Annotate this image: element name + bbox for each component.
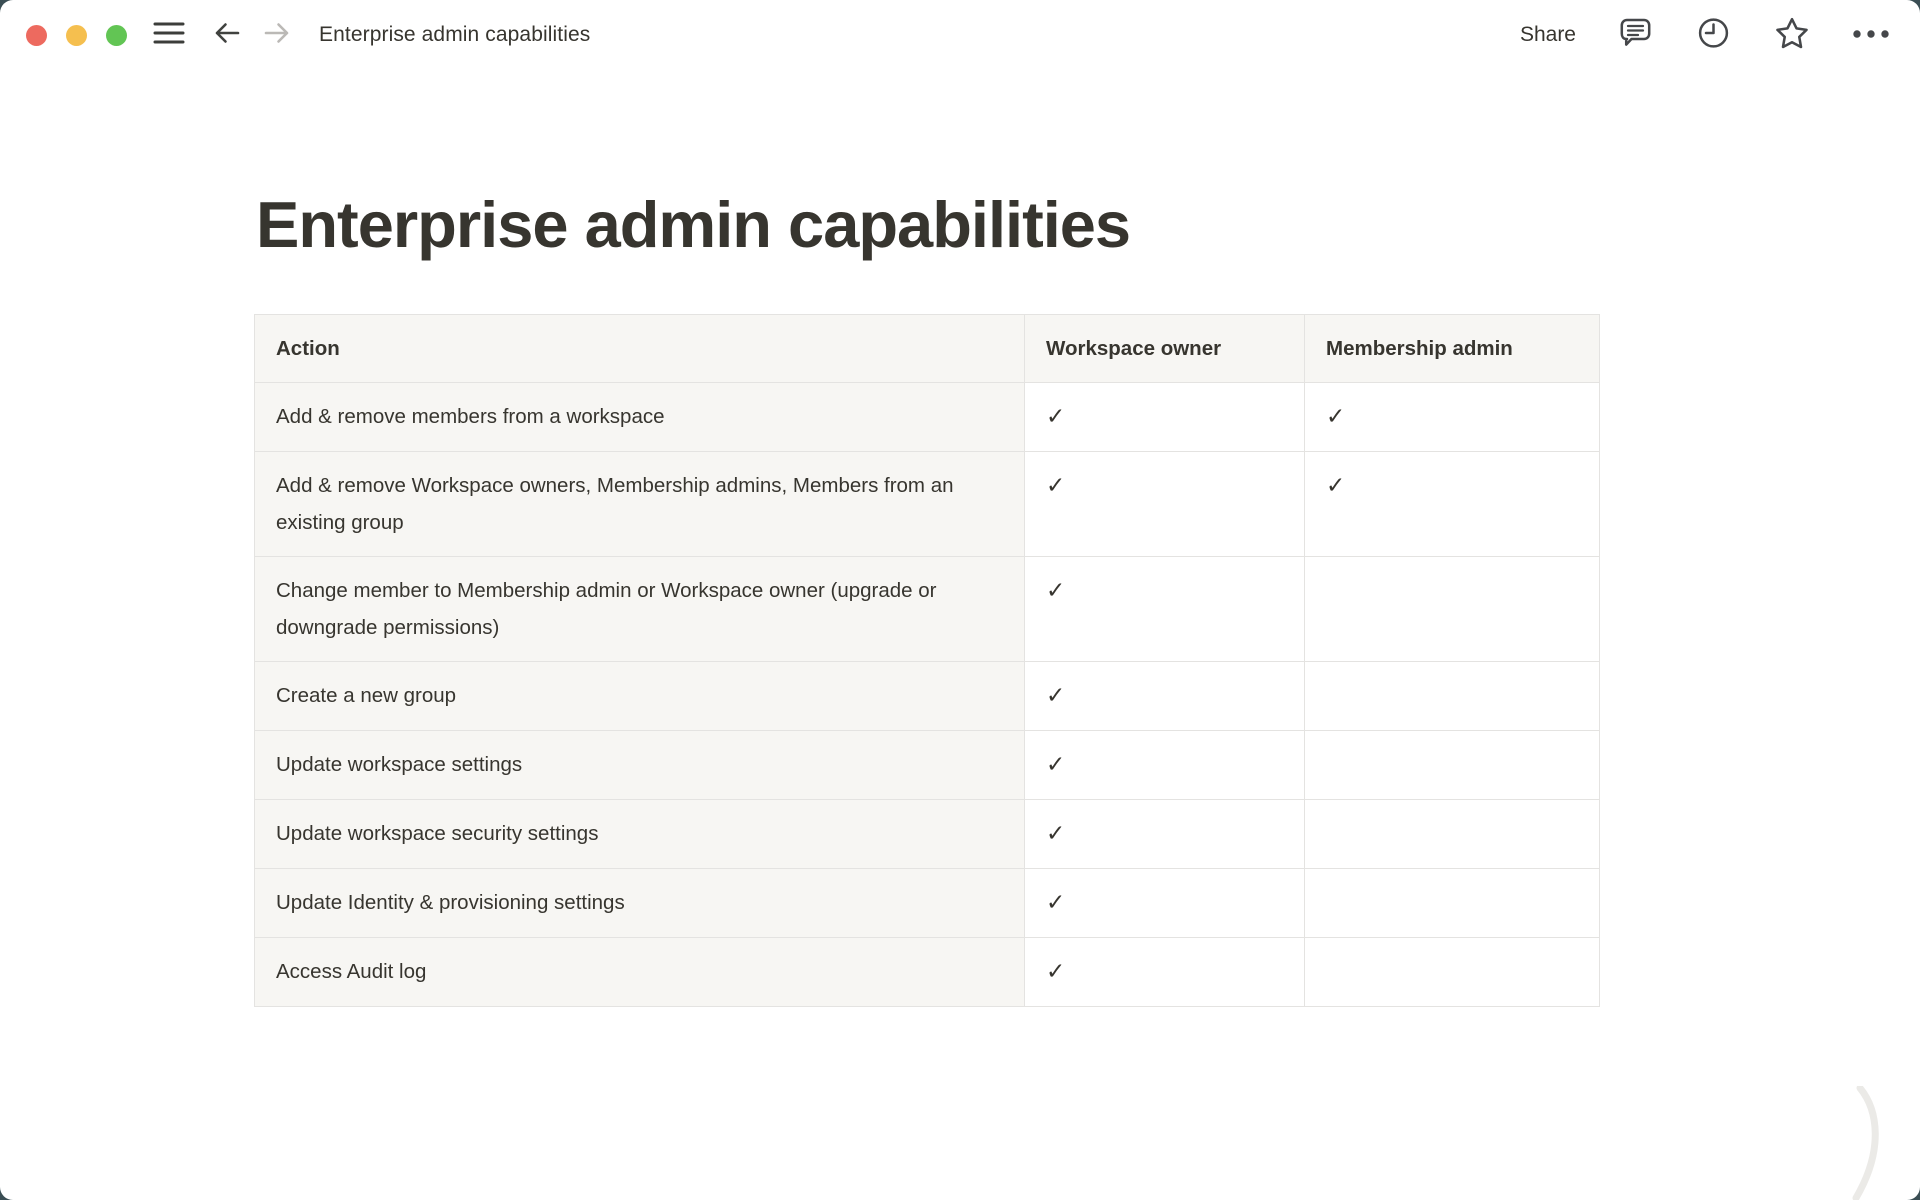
decorative-curve	[1838, 1086, 1918, 1200]
sidebar-menu-button[interactable]	[153, 20, 185, 51]
checkmark: ✓	[1046, 751, 1065, 777]
app-window: Enterprise admin capabilities Share	[0, 0, 1920, 1200]
titlebar: Enterprise admin capabilities Share	[0, 0, 1920, 70]
more-options-button[interactable]	[1852, 26, 1890, 44]
checkmark: ✓	[1046, 820, 1065, 846]
titlebar-actions: Share	[1520, 15, 1890, 56]
table-header-row: Action Workspace owner Membership admin	[255, 315, 1600, 383]
share-button[interactable]: Share	[1520, 23, 1576, 47]
table-row: Create a new group ✓	[255, 662, 1600, 731]
workspace-owner-cell[interactable]: ✓	[1025, 731, 1305, 800]
page-content: Enterprise admin capabilities Action Wor…	[0, 186, 1920, 1007]
checkmark: ✓	[1046, 682, 1065, 708]
close-button[interactable]	[26, 25, 47, 46]
membership-admin-cell[interactable]	[1305, 869, 1600, 938]
action-cell[interactable]: Update workspace security settings	[255, 800, 1025, 869]
action-cell[interactable]: Add & remove Workspace owners, Membershi…	[255, 452, 1025, 557]
zoom-button[interactable]	[106, 25, 127, 46]
column-header-workspace-owner[interactable]: Workspace owner	[1025, 315, 1305, 383]
checkmark: ✓	[1326, 472, 1345, 498]
clock-icon	[1695, 15, 1732, 56]
traffic-lights	[26, 25, 127, 46]
ellipsis-icon	[1852, 26, 1890, 44]
column-header-action[interactable]: Action	[255, 315, 1025, 383]
comments-button[interactable]	[1617, 15, 1654, 56]
forward-arrow-icon	[262, 20, 292, 51]
checkmark: ✓	[1046, 889, 1065, 915]
workspace-owner-cell[interactable]: ✓	[1025, 452, 1305, 557]
workspace-owner-cell[interactable]: ✓	[1025, 869, 1305, 938]
table-row: Add & remove members from a workspace ✓ ✓	[255, 383, 1600, 452]
forward-button[interactable]	[262, 20, 292, 51]
checkmark: ✓	[1046, 577, 1065, 603]
membership-admin-cell[interactable]	[1305, 731, 1600, 800]
checkmark: ✓	[1046, 958, 1065, 984]
column-header-membership-admin[interactable]: Membership admin	[1305, 315, 1600, 383]
table-row: Add & remove Workspace owners, Membershi…	[255, 452, 1600, 557]
workspace-owner-cell[interactable]: ✓	[1025, 557, 1305, 662]
action-cell[interactable]: Create a new group	[255, 662, 1025, 731]
checkmark: ✓	[1326, 403, 1345, 429]
table-row: Change member to Membership admin or Wor…	[255, 557, 1600, 662]
favorite-button[interactable]	[1773, 15, 1811, 56]
history-button[interactable]	[1695, 15, 1732, 56]
action-cell[interactable]: Add & remove members from a workspace	[255, 383, 1025, 452]
workspace-owner-cell[interactable]: ✓	[1025, 383, 1305, 452]
workspace-owner-cell[interactable]: ✓	[1025, 662, 1305, 731]
membership-admin-cell[interactable]	[1305, 662, 1600, 731]
capabilities-table: Action Workspace owner Membership admin …	[254, 314, 1600, 1007]
table-body: Add & remove members from a workspace✓✓A…	[255, 383, 1600, 1007]
action-cell[interactable]: Access Audit log	[255, 938, 1025, 1007]
back-arrow-icon	[212, 20, 242, 51]
back-button[interactable]	[212, 20, 242, 51]
workspace-owner-cell[interactable]: ✓	[1025, 938, 1305, 1007]
table-row: Update Identity & provisioning settings ✓	[255, 869, 1600, 938]
table-row: Update workspace settings ✓	[255, 731, 1600, 800]
comment-bubble-icon	[1617, 15, 1654, 56]
checkmark: ✓	[1046, 403, 1065, 429]
action-cell[interactable]: Update workspace settings	[255, 731, 1025, 800]
membership-admin-cell[interactable]: ✓	[1305, 452, 1600, 557]
membership-admin-cell[interactable]	[1305, 800, 1600, 869]
page-title[interactable]: Enterprise admin capabilities	[256, 186, 1920, 264]
membership-admin-cell[interactable]: ✓	[1305, 383, 1600, 452]
membership-admin-cell[interactable]	[1305, 938, 1600, 1007]
checkmark: ✓	[1046, 472, 1065, 498]
table-row: Update workspace security settings ✓	[255, 800, 1600, 869]
action-cell[interactable]: Update Identity & provisioning settings	[255, 869, 1025, 938]
star-icon	[1773, 15, 1811, 56]
workspace-owner-cell[interactable]: ✓	[1025, 800, 1305, 869]
minimize-button[interactable]	[66, 25, 87, 46]
hamburger-icon	[153, 20, 185, 51]
membership-admin-cell[interactable]	[1305, 557, 1600, 662]
breadcrumb-title[interactable]: Enterprise admin capabilities	[319, 23, 590, 47]
action-cell[interactable]: Change member to Membership admin or Wor…	[255, 557, 1025, 662]
table-row: Access Audit log ✓	[255, 938, 1600, 1007]
